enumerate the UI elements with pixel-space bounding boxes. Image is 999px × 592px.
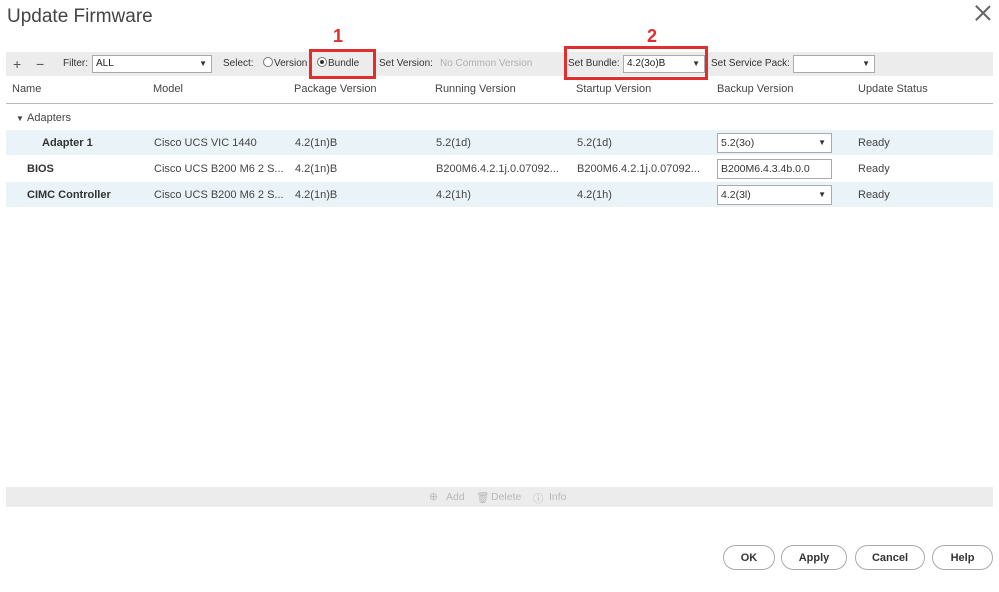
column-header-model[interactable]: Model <box>153 83 183 95</box>
group-label: Adapters <box>27 112 72 124</box>
backup-version-select[interactable]: B200M6.4.3.4b.0.0 <box>717 159 832 179</box>
backup-version-select[interactable]: 4.2(3l) ▼ <box>717 185 832 205</box>
backup-version-value: B200M6.4.3.4b.0.0 <box>721 163 810 175</box>
ok-button[interactable]: OK <box>723 545 775 570</box>
highlight-box-1 <box>309 49 376 79</box>
cell-startup: 4.2(1h) <box>577 189 612 201</box>
table-header: Name Model Package Version Running Versi… <box>6 77 993 104</box>
cell-package: 4.2(1n)B <box>295 189 338 201</box>
cell-model: Cisco UCS B200 M6 2 S... <box>154 163 284 175</box>
cell-model: Cisco UCS B200 M6 2 S... <box>154 189 284 201</box>
table-row[interactable]: CIMC Controller Cisco UCS B200 M6 2 S...… <box>6 182 993 207</box>
chevron-down-icon: ▼ <box>862 59 870 68</box>
version-radio-label: Version <box>274 58 308 69</box>
radio-icon <box>263 57 273 67</box>
column-header-update-status[interactable]: Update Status <box>858 83 928 95</box>
chevron-down-icon: ▼ <box>818 190 826 199</box>
cell-name: Adapter 1 <box>42 137 93 149</box>
chevron-down-icon: ▼ <box>818 138 826 147</box>
help-button[interactable]: Help <box>932 545 993 570</box>
set-service-pack-label: Set Service Pack: <box>711 58 790 69</box>
remove-icon[interactable]: − <box>36 52 44 76</box>
cell-status: Ready <box>858 163 890 175</box>
column-header-name[interactable]: Name <box>12 83 41 95</box>
add-icon[interactable]: + <box>13 52 21 76</box>
cell-running: 4.2(1h) <box>436 189 471 201</box>
cell-name: BIOS <box>27 163 54 175</box>
cell-running: B200M6.4.2.1j.0.07092... <box>436 163 559 175</box>
table-footer-toolbar: ⊕ Add 🗑 Delete ⓘ Info <box>6 487 993 507</box>
cell-startup: B200M6.4.2.1j.0.07092... <box>577 163 700 175</box>
cell-running: 5.2(1d) <box>436 137 471 149</box>
set-version-label: Set Version: <box>379 58 433 69</box>
apply-button[interactable]: Apply <box>781 545 847 570</box>
table-row[interactable]: Adapter 1 Cisco UCS VIC 1440 4.2(1n)B 5.… <box>6 130 993 155</box>
footer-delete-button[interactable]: Delete <box>491 491 521 503</box>
column-header-startup-version[interactable]: Startup Version <box>576 83 651 95</box>
column-header-backup-version[interactable]: Backup Version <box>717 83 793 95</box>
group-row-adapters[interactable]: ▼ Adapters <box>6 105 993 130</box>
cell-status: Ready <box>858 189 890 201</box>
filter-value: ALL <box>96 58 114 69</box>
highlight-box-2 <box>564 46 708 80</box>
cell-name: CIMC Controller <box>27 189 111 201</box>
version-radio[interactable]: Version <box>263 52 307 76</box>
backup-version-select[interactable]: 5.2(3o) ▼ <box>717 133 832 153</box>
info-icon: ⓘ <box>533 493 544 505</box>
expand-caret-icon[interactable]: ▼ <box>16 114 24 123</box>
cell-package: 4.2(1n)B <box>295 163 338 175</box>
annotation-number-1: 1 <box>333 26 344 46</box>
add-circle-icon: ⊕ <box>429 491 438 503</box>
column-header-running-version[interactable]: Running Version <box>435 83 516 95</box>
cell-model: Cisco UCS VIC 1440 <box>154 137 257 149</box>
trash-icon: 🗑 <box>476 492 490 504</box>
firmware-toolbar: + − Filter: ALL ▼ Select: Version Bundle… <box>6 52 993 76</box>
footer-add-button[interactable]: Add <box>446 491 465 503</box>
table-row[interactable]: BIOS Cisco UCS B200 M6 2 S... 4.2(1n)B B… <box>6 156 993 181</box>
footer-info-button[interactable]: Info <box>549 491 567 503</box>
cell-package: 4.2(1n)B <box>295 137 338 149</box>
set-version-value: No Common Version <box>440 58 533 69</box>
cell-status: Ready <box>858 137 890 149</box>
annotation-number-2: 2 <box>647 26 658 46</box>
close-icon[interactable] <box>975 5 991 21</box>
cancel-button[interactable]: Cancel <box>855 545 925 570</box>
column-header-package-version[interactable]: Package Version <box>294 83 377 95</box>
cell-startup: 5.2(1d) <box>577 137 612 149</box>
select-label: Select: <box>223 58 254 69</box>
chevron-down-icon: ▼ <box>199 59 207 68</box>
filter-select[interactable]: ALL ▼ <box>92 55 212 73</box>
dialog-title: Update Firmware <box>7 6 153 27</box>
set-service-pack-select[interactable]: ▼ <box>793 55 875 73</box>
backup-version-value: 4.2(3l) <box>721 189 751 201</box>
filter-label: Filter: <box>63 58 88 69</box>
backup-version-value: 5.2(3o) <box>721 137 755 149</box>
